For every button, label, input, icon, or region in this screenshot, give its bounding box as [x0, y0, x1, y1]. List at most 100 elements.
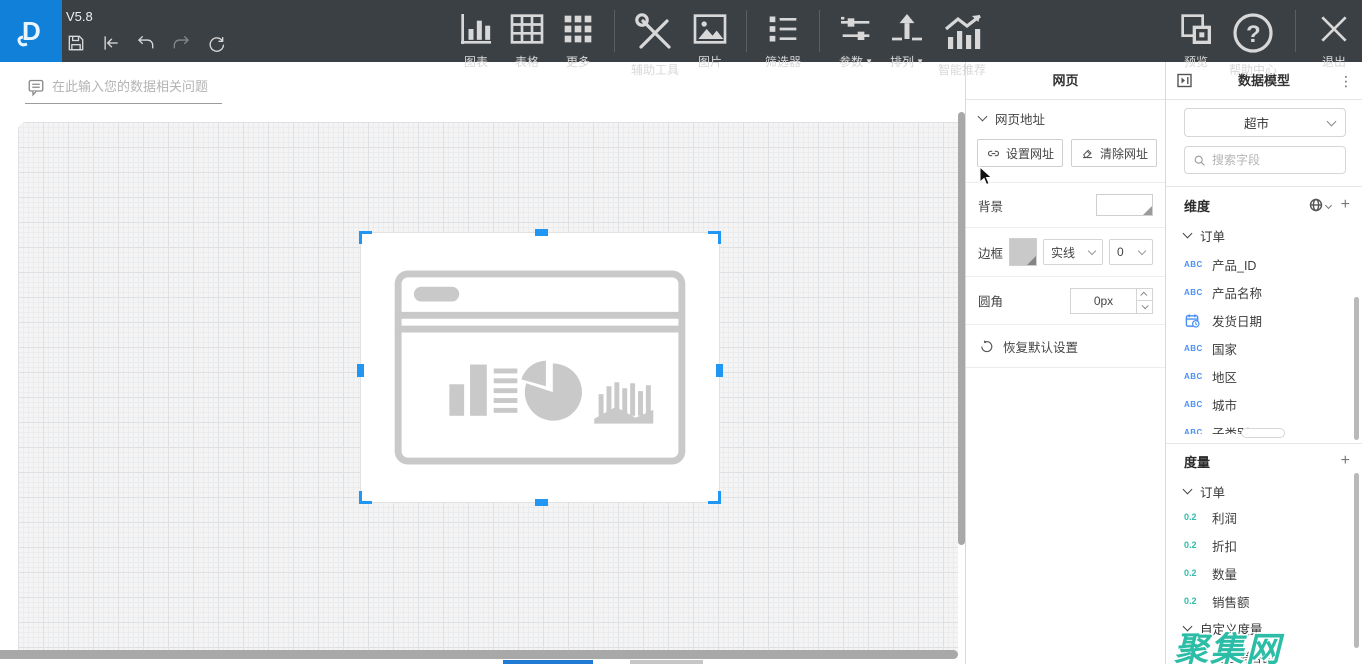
border-color-swatch[interactable]: [1009, 238, 1037, 266]
trend-chart-icon: [938, 9, 986, 57]
tool-image[interactable]: 图片: [690, 9, 730, 70]
measure-field[interactable]: 0.2 销售额: [1166, 587, 1362, 615]
watermark: 聚集网: [1174, 622, 1282, 664]
undo-icon[interactable]: [136, 33, 156, 53]
selection-edge-handle[interactable]: [716, 364, 723, 377]
redo-icon[interactable]: [171, 33, 191, 53]
selection-corner-handle[interactable]: [359, 491, 372, 504]
text-type-icon: ABC: [1184, 288, 1203, 297]
caret-down-icon[interactable]: [1325, 201, 1332, 208]
dimension-field[interactable]: ABC 地区: [1166, 362, 1362, 390]
measure-field[interactable]: 0.2 数量: [1166, 559, 1362, 587]
canvas-vertical-scrollbar[interactable]: [958, 112, 965, 545]
version-label: V5.8: [66, 9, 93, 24]
data-model-panel: 数据模型 ⋮ 超市 维度 + 订单 ABC 产品_ID ABC 产品名称: [1165, 62, 1362, 664]
dimension-field[interactable]: 发货日期: [1166, 306, 1362, 334]
close-icon: [1314, 9, 1354, 49]
question-input[interactable]: [52, 74, 282, 98]
app-logo[interactable]: D: [0, 0, 62, 62]
tool-params[interactable]: 参数▼: [836, 9, 876, 70]
selection-corner-handle[interactable]: [359, 231, 372, 244]
tool-smart-recommend[interactable]: 智能推荐: [938, 9, 986, 78]
number-type-icon: 0.2: [1184, 512, 1203, 522]
measures-header: 度量 +: [1166, 449, 1362, 473]
question-bubble-icon: [27, 78, 45, 98]
radius-value[interactable]: 0px: [1070, 288, 1136, 314]
divider: [1166, 443, 1362, 444]
question-input-underline: [25, 103, 222, 104]
refresh-icon[interactable]: [206, 33, 226, 53]
radius-decrement-button[interactable]: [1137, 300, 1152, 313]
dimension-field[interactable]: ABC 国家: [1166, 334, 1362, 362]
dimension-field[interactable]: ABC 产品_ID: [1166, 250, 1362, 278]
filter-list-icon: [763, 9, 803, 49]
quick-actions: [66, 33, 226, 53]
svg-text:D: D: [22, 16, 41, 46]
tool-aux-tools[interactable]: 辅助工具: [631, 9, 679, 78]
reset-defaults-button[interactable]: 恢复默认设置: [966, 325, 1165, 368]
globe-icon[interactable]: [1309, 198, 1323, 212]
add-measure-icon[interactable]: +: [1341, 453, 1350, 469]
set-url-button[interactable]: 设置网址: [977, 139, 1063, 167]
web-component-widget[interactable]: [360, 232, 720, 503]
border-width-select[interactable]: 0: [1109, 239, 1153, 265]
selection-corner-handle[interactable]: [708, 491, 721, 504]
help-center-button[interactable]: ? 帮助中心: [1229, 9, 1277, 78]
dimension-field[interactable]: ABC 产品名称: [1166, 278, 1362, 306]
search-input[interactable]: [1212, 153, 1322, 167]
border-style-select[interactable]: 实线: [1043, 239, 1103, 265]
dimension-scrollbar[interactable]: [1354, 297, 1359, 440]
tool-filter[interactable]: 筛选器: [763, 9, 803, 70]
dimension-horizontal-scrollbar[interactable]: [1241, 428, 1285, 438]
measure-list: 0.2 利润 0.2 折扣 0.2 数量 0.2 销售额: [1166, 503, 1362, 615]
table-icon: [507, 9, 547, 49]
toolbar-separator: [819, 10, 820, 52]
tool-arrange[interactable]: 排列▼: [887, 9, 927, 70]
chevron-down-icon: [1142, 303, 1149, 310]
save-icon[interactable]: [66, 33, 86, 53]
caret-down-icon: ▼: [865, 57, 873, 66]
divider: [1166, 186, 1362, 187]
help-icon: ?: [1229, 9, 1277, 57]
field-search-box[interactable]: [1184, 146, 1346, 174]
measure-group-orders[interactable]: 订单: [1166, 478, 1362, 504]
tool-chart[interactable]: 图表: [456, 9, 496, 70]
address-section-toggle[interactable]: 网页地址: [966, 108, 1165, 128]
tool-table[interactable]: 表格: [507, 9, 547, 70]
search-icon: [1193, 154, 1206, 167]
add-dimension-icon[interactable]: +: [1341, 197, 1350, 213]
tool-more[interactable]: 更多: [558, 9, 598, 70]
model-select[interactable]: 超市: [1184, 108, 1346, 137]
chevron-down-icon: [1138, 246, 1146, 254]
logo-d-icon: D: [13, 13, 49, 49]
toolbar-separator: [1295, 10, 1296, 52]
component-toolbar: 图表 表格 更多 辅助工具: [456, 9, 986, 78]
selection-corner-handle[interactable]: [708, 231, 721, 244]
background-row: 背景: [966, 183, 1165, 228]
chevron-down-icon: [978, 112, 988, 122]
radius-increment-button[interactable]: [1137, 289, 1152, 301]
measure-field[interactable]: 0.2 折扣: [1166, 531, 1362, 559]
measure-field[interactable]: 0.2 利润: [1166, 503, 1362, 531]
measure-scrollbar[interactable]: [1354, 473, 1359, 648]
webpage-settings-panel: 网页 网页地址 设置网址 清除网址 背景: [965, 62, 1165, 664]
go-first-icon[interactable]: [101, 33, 121, 53]
design-canvas-area: [0, 62, 965, 664]
swatch-corner: [1143, 206, 1152, 215]
selection-edge-handle[interactable]: [535, 499, 548, 506]
address-section: 网页地址 设置网址 清除网址: [966, 100, 1165, 183]
background-color-swatch[interactable]: [1096, 194, 1153, 216]
dimension-group-orders[interactable]: 订单: [1166, 222, 1362, 248]
preview-button[interactable]: 预览: [1176, 9, 1216, 70]
radius-row: 圆角 0px: [966, 277, 1165, 325]
webpage-placeholder-graphic: [392, 268, 688, 468]
selection-edge-handle[interactable]: [357, 364, 364, 377]
number-type-icon: 0.2: [1184, 568, 1203, 578]
clear-url-button[interactable]: 清除网址: [1071, 139, 1157, 167]
exit-button[interactable]: 退出: [1314, 9, 1354, 70]
selection-edge-handle[interactable]: [535, 229, 548, 236]
canvas-horizontal-scrollbar[interactable]: [0, 650, 958, 659]
text-type-icon: ABC: [1184, 260, 1203, 269]
dimension-field[interactable]: ABC 城市: [1166, 390, 1362, 418]
border-row: 边框 实线 0: [966, 228, 1165, 277]
